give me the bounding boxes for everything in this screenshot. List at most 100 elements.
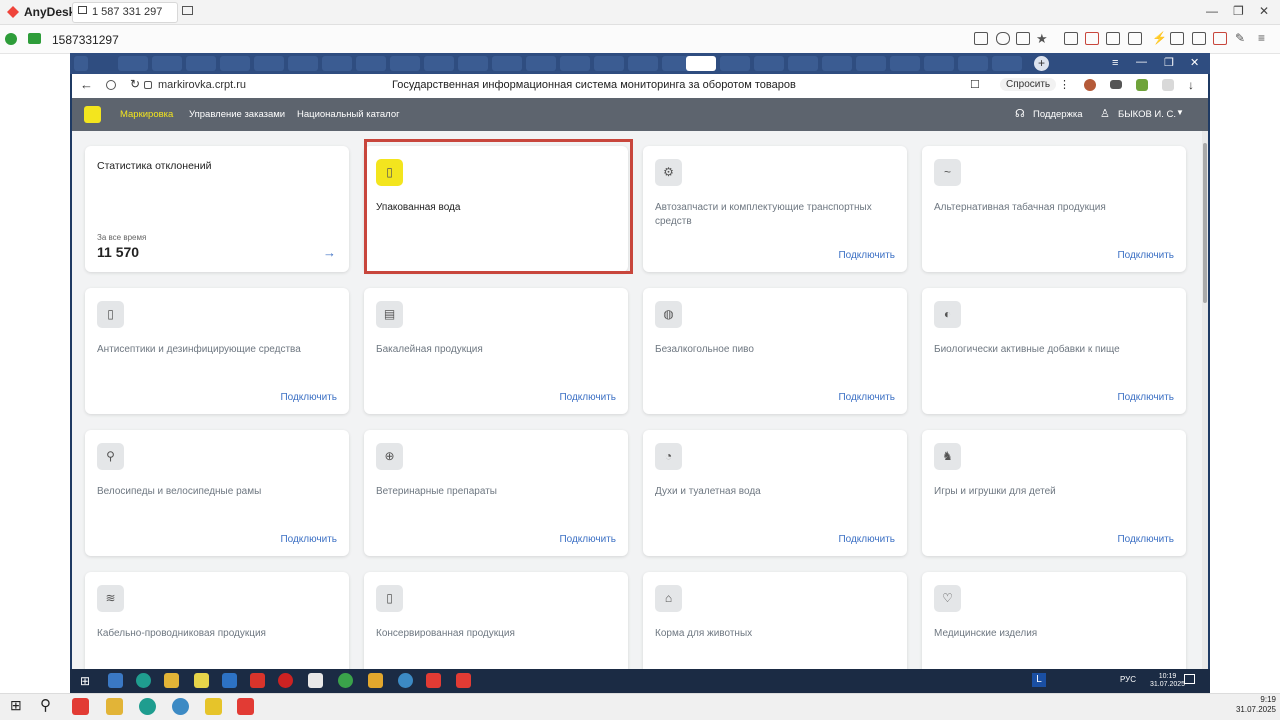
keyboard-icon[interactable] [1170, 32, 1184, 45]
telegram-icon[interactable] [398, 673, 413, 688]
display-icon[interactable] [1085, 32, 1099, 45]
browser-tab[interactable] [720, 56, 750, 71]
yandex-browser-icon[interactable] [308, 673, 323, 688]
connect-link[interactable]: Подключить [559, 392, 616, 403]
browser-tab[interactable] [594, 56, 624, 71]
record-icon[interactable] [1213, 32, 1227, 45]
extension-icon[interactable] [1136, 79, 1148, 91]
monitor-settings-icon[interactable] [1106, 32, 1120, 45]
windows-start-icon[interactable]: ⊞ [10, 697, 22, 714]
browser-tab[interactable] [924, 56, 954, 71]
chat-icon[interactable] [974, 32, 988, 45]
browser-tab[interactable] [856, 56, 886, 71]
folder-icon[interactable] [164, 673, 179, 688]
nav-item-orders[interactable]: Управление заказами [189, 109, 285, 120]
user-menu[interactable]: БЫКОВ И. С. [1118, 109, 1176, 120]
browser-tab[interactable] [186, 56, 216, 71]
yandex-browser-icon[interactable] [72, 698, 89, 715]
close-icon[interactable]: ✕ [1190, 56, 1199, 69]
star-icon[interactable]: ★ [1036, 31, 1048, 47]
edge-icon[interactable] [136, 673, 151, 688]
anydesk-icon[interactable] [237, 698, 254, 715]
bookmark-icon[interactable]: ☐ [970, 78, 980, 91]
category-card[interactable]: ~ Альтернативная табачная продукция Подк… [922, 146, 1186, 272]
connect-link[interactable]: Подключить [838, 534, 895, 545]
app-icon[interactable] [108, 673, 123, 688]
back-icon[interactable]: ← [80, 77, 93, 92]
yandex-icon[interactable] [250, 673, 265, 688]
category-card[interactable]: ⚙ Автозапчасти и комплектующие транспорт… [643, 146, 907, 272]
chrome-icon[interactable] [338, 673, 353, 688]
browser-tab[interactable] [992, 56, 1022, 71]
hourglass-icon[interactable] [996, 32, 1010, 45]
support-link[interactable]: Поддержка [1033, 109, 1083, 120]
category-card[interactable]: ⊕ Ветеринарные препараты Подключить [364, 430, 628, 556]
browser-tab[interactable] [492, 56, 522, 71]
browser-tab[interactable] [424, 56, 454, 71]
browser-tab[interactable] [788, 56, 818, 71]
1c-icon[interactable] [368, 673, 383, 688]
stats-card[interactable]: Статистика отклонений За все время 11 57… [85, 146, 349, 272]
category-card[interactable]: ◐ Биологически активные добавки к пище П… [922, 288, 1186, 414]
category-card[interactable]: ⚲ Велосипеды и велосипедные рамы Подключ… [85, 430, 349, 556]
browser-tab[interactable] [526, 56, 556, 71]
connect-link[interactable]: Подключить [280, 534, 337, 545]
scrollbar-thumb[interactable] [1203, 143, 1207, 303]
local-clock[interactable]: 9:19 31.07.2025 [1230, 695, 1276, 715]
browser-tab-active[interactable] [686, 56, 716, 71]
anydesk-icon[interactable] [426, 673, 441, 688]
extension-icon[interactable] [1084, 79, 1096, 91]
category-card[interactable]: ◍ Безалкогольное пиво Подключить [643, 288, 907, 414]
browser-tab[interactable] [220, 56, 250, 71]
keyboard-layout-icon[interactable] [1192, 32, 1206, 45]
browser-tab[interactable] [74, 56, 88, 71]
restore-icon[interactable]: ❐ [1164, 56, 1174, 69]
new-tab-button[interactable]: + [1034, 56, 1049, 71]
connect-link[interactable]: Подключить [280, 392, 337, 403]
more-icon[interactable]: ⋮ [1059, 78, 1070, 91]
browser-tab[interactable] [356, 56, 386, 71]
chevron-down-icon[interactable]: ▼ [1176, 108, 1184, 117]
connect-link[interactable]: Подключить [838, 250, 895, 261]
actions-icon[interactable]: ⚡ [1152, 31, 1167, 45]
files-icon[interactable] [1064, 32, 1078, 45]
keyboard-layout-icon[interactable]: L [1032, 673, 1046, 687]
restore-icon[interactable]: ❐ [1233, 4, 1244, 18]
browser-tab[interactable] [390, 56, 420, 71]
new-tab-icon[interactable] [182, 6, 193, 15]
browser-tab[interactable] [890, 56, 920, 71]
arrow-right-icon[interactable]: → [323, 245, 336, 260]
menu-icon[interactable]: ≡ [1258, 31, 1265, 45]
extension-icon[interactable] [1162, 79, 1174, 91]
chat-bubble-icon[interactable] [1128, 32, 1142, 45]
connect-link[interactable]: Подключить [838, 392, 895, 403]
file-transfer-icon[interactable] [1016, 32, 1030, 45]
browser-tab[interactable] [322, 56, 352, 71]
telegram-icon[interactable] [172, 698, 189, 715]
connect-link[interactable]: Подключить [1117, 534, 1174, 545]
search-icon[interactable]: ⚲ [40, 696, 51, 714]
category-card[interactable]: ▯ Антисептики и дезинфицирующие средства… [85, 288, 349, 414]
connect-link[interactable]: Подключить [1117, 392, 1174, 403]
nav-item-catalog[interactable]: Национальный каталог [297, 109, 400, 120]
draw-icon[interactable]: ✎ [1235, 31, 1245, 45]
category-card[interactable]: ▤ Бакалейная продукция Подключить [364, 288, 628, 414]
edge-icon[interactable] [139, 698, 156, 715]
browser-tab[interactable] [822, 56, 852, 71]
tabs-menu-icon[interactable]: ≡ [1112, 57, 1118, 69]
nav-item-markirovka[interactable]: Маркировка [120, 109, 173, 120]
notifications-icon[interactable] [1184, 674, 1195, 684]
folder-icon[interactable] [106, 698, 123, 715]
chestny-znak-logo-icon[interactable] [84, 106, 101, 123]
browser-tab[interactable] [958, 56, 988, 71]
browser-tab[interactable] [152, 56, 182, 71]
url-text[interactable]: markirovka.crpt.ru [158, 79, 246, 91]
connect-link[interactable]: Подключить [559, 534, 616, 545]
yandex-icon[interactable] [106, 80, 116, 90]
browser-tab[interactable] [288, 56, 318, 71]
minimize-icon[interactable]: — [1206, 4, 1218, 18]
browser-tab[interactable] [628, 56, 658, 71]
reload-icon[interactable]: ↻ [130, 77, 140, 91]
browser-tab[interactable] [458, 56, 488, 71]
1c-icon[interactable] [205, 698, 222, 715]
